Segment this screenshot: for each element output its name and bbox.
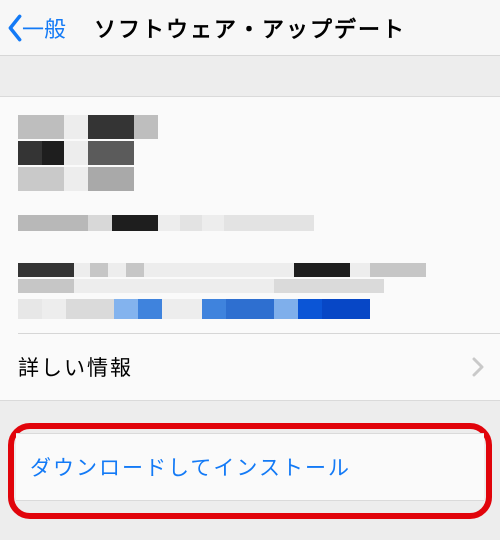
update-card: 詳しい情報 bbox=[0, 96, 500, 401]
more-info-label: 詳しい情報 bbox=[18, 352, 472, 382]
highlight-annotation: ダウンロードしてインストール bbox=[8, 423, 492, 519]
release-notes-redacted bbox=[0, 97, 500, 333]
page-title: ソフトウェア・アップデート bbox=[94, 12, 406, 44]
download-install-button[interactable]: ダウンロードしてインストール bbox=[16, 433, 484, 501]
chevron-right-icon bbox=[472, 357, 484, 377]
spacer bbox=[0, 401, 500, 423]
more-info-row[interactable]: 詳しい情報 bbox=[0, 334, 500, 400]
back-button[interactable]: 一般 bbox=[0, 0, 66, 55]
back-label: 一般 bbox=[22, 12, 66, 44]
navbar: 一般 ソフトウェア・アップデート bbox=[0, 0, 500, 56]
spacer bbox=[0, 56, 500, 96]
